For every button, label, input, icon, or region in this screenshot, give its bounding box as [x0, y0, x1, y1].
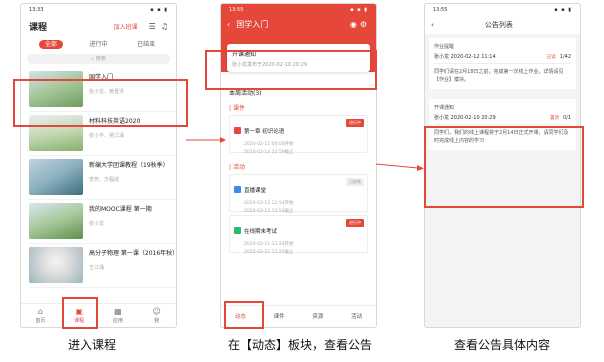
status-bar: 13:55 ▪ ▪ ▮: [221, 4, 376, 16]
status-badge: 进行中: [346, 119, 364, 127]
course-teacher: 张小平、吴江涌: [89, 133, 125, 139]
exam-icon: [234, 227, 241, 234]
course-title: 高分子物理 第一课（2016年秋）: [89, 250, 177, 257]
course-item[interactable]: 高分子物理 第一课（2016年秋） 王江涌: [29, 244, 176, 288]
tab-ongoing[interactable]: 进行中: [75, 39, 123, 48]
course-thumbnail: [29, 247, 83, 283]
activity-title: 直播课堂: [244, 187, 267, 194]
course-thumbnail: [29, 203, 83, 239]
status-icons: ▪ ▪ ▮: [554, 7, 572, 13]
tab-activities[interactable]: 活动: [337, 306, 376, 327]
tab-apps[interactable]: ▦ 应用: [99, 304, 138, 327]
highlight-course-item: [13, 79, 188, 127]
pinned-badge: 置顶: [549, 115, 559, 121]
search-input[interactable]: ⌕ 搜索: [27, 54, 170, 64]
status-time: 13:55: [433, 7, 448, 13]
status-badge: 已读: [546, 54, 556, 60]
back-icon[interactable]: ‹: [227, 20, 230, 29]
arrow-icon: [186, 137, 226, 143]
page-title: 公告列表: [484, 21, 513, 29]
notice-title: 作业提醒: [434, 44, 455, 50]
caption-step3: 查看公告具体内容: [454, 338, 551, 352]
course-title: 新编大学团课教程（19秋季）: [89, 162, 169, 169]
tab-resources[interactable]: 资源: [299, 306, 338, 327]
course-teacher: 李芳、方程成: [89, 177, 120, 183]
course-title: 国学入门: [236, 19, 269, 29]
notice-author: 张小龙 2020-02-10 20:29: [434, 115, 496, 121]
phone-course-list: 13:33 ▪ ▪ ▮ 课程 加入班课 ☰ ♫ 全部 进行中 已结束 ⌕ 搜索 …: [20, 3, 177, 328]
activity-card[interactable]: 第一章 初识论语 进行中 2020-02-11 00:00开始 2020-02-…: [229, 115, 368, 155]
status-icons: ▪ ▪ ▮: [350, 7, 368, 13]
list-icon[interactable]: ☰: [149, 22, 156, 31]
notice-title: 开课通知: [434, 105, 455, 111]
course-item[interactable]: 我的MOOC课程 第一期 张小龙: [29, 200, 176, 244]
activity-end: 2020-02-22 13:25截止: [244, 250, 294, 255]
section-activity: | 活动: [229, 164, 245, 171]
activity-start: 2020-02-11 13:24开始: [244, 242, 294, 247]
activity-card[interactable]: 直播课堂 已结束 2020-02-12 12:54开始 2020-02-12 1…: [229, 174, 368, 214]
tab-home[interactable]: ⌂ 首页: [21, 304, 60, 327]
course-item[interactable]: 新编大学团课教程（19秋季） 李芳、方程成: [29, 156, 176, 200]
activity-end: 2020-02-12 13:54截止: [244, 209, 294, 214]
highlight-notice-card: [205, 50, 377, 90]
bottom-tab-bar: ⌂ 首页 ▣ 课程 ▦ 应用 ☺ 我: [21, 303, 176, 327]
status-icons: ▪ ▪ ▮: [150, 7, 168, 13]
status-badge: 已结束: [346, 178, 364, 186]
status-time: 13:55: [229, 7, 244, 13]
notice-content: 同学们请在2月18日之前，完成第一次线上作业，详情请见【作业】模块。: [434, 69, 564, 83]
notice-author: 张小龙 2020-02-12 11:14: [434, 54, 496, 60]
status-bar: 13:55 ▪ ▪ ▮: [425, 4, 580, 16]
tab-all[interactable]: 全部: [27, 39, 75, 49]
page-header: 课程 加入班课 ☰ ♫: [21, 16, 176, 36]
tab-courseware[interactable]: 课件: [260, 306, 299, 327]
activity-start: 2020-02-11 00:00开始: [244, 142, 294, 147]
join-class-button[interactable]: 加入班课: [114, 22, 138, 31]
status-time: 13:33: [29, 7, 44, 13]
course-filter-tabs: 全部 进行中 已结束: [21, 36, 176, 50]
notice-card[interactable]: 作业提醒 张小龙 2020-02-12 11:14 已读 1/42 同学们请在2月1…: [429, 38, 576, 89]
home-icon: ⌂: [37, 307, 43, 316]
read-count: 0/1: [562, 114, 571, 121]
apps-icon: ▦: [114, 307, 122, 316]
activity-card[interactable]: 在线期末考试 进行中 2020-02-11 13:24开始 2020-02-22…: [229, 215, 368, 255]
activity-end: 2020-02-14 23:59截止: [244, 150, 294, 155]
search-placeholder: 搜索: [95, 56, 106, 62]
read-count: 1/42: [559, 53, 571, 60]
caption-step2: 在【动态】板块，查看公告: [228, 338, 373, 352]
course-title: 我的MOOC课程 第一期: [89, 206, 152, 213]
status-bar: 13:33 ▪ ▪ ▮: [21, 4, 176, 16]
course-teacher: 张小龙: [89, 221, 105, 227]
highlight-notice-detail: [424, 126, 584, 208]
settings-icon[interactable]: ⚙: [360, 20, 370, 29]
course-teacher: 王江涌: [89, 265, 105, 271]
course-thumbnail: [29, 159, 83, 195]
live-icon: [234, 186, 241, 193]
tutorial-figure: 13:33 ▪ ▪ ▮ 课程 加入班课 ☰ ♫ 全部 进行中 已结束 ⌕ 搜索 …: [0, 0, 604, 362]
camera-icon[interactable]: ◉: [350, 20, 360, 29]
doc-icon: [234, 127, 241, 134]
tab-me[interactable]: ☺ 我: [137, 304, 176, 327]
caption-step1: 进入课程: [68, 338, 117, 352]
section-courseware: | 课件: [229, 105, 245, 112]
highlight-dynamics-tab: [224, 301, 264, 329]
user-icon: ☺: [152, 307, 161, 316]
activity-title: 在线期末考试: [244, 228, 278, 235]
arrow-icon: [376, 163, 424, 171]
status-badge: 进行中: [346, 219, 364, 227]
tab-finished[interactable]: 已结束: [122, 39, 170, 48]
page-title: 课程: [29, 22, 48, 33]
highlight-course-tab: [62, 297, 98, 329]
bell-icon[interactable]: ♫: [161, 22, 168, 31]
activity-start: 2020-02-12 12:54开始: [244, 201, 294, 206]
activity-title: 第一章 初识论语: [244, 128, 285, 135]
